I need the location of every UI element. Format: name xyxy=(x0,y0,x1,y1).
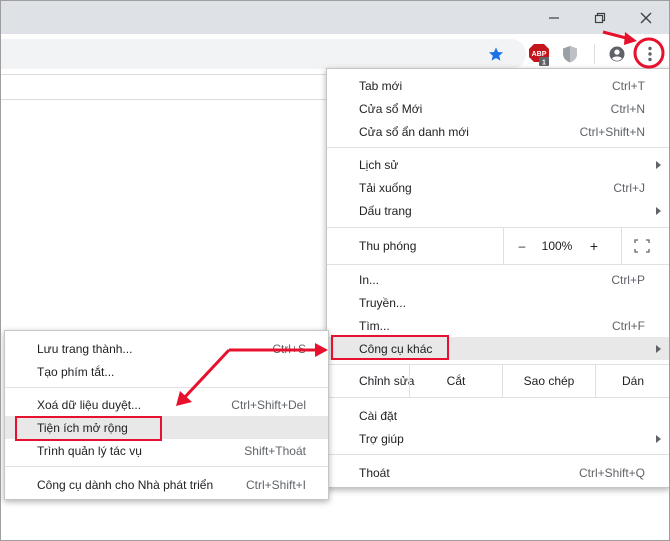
menu-separator xyxy=(327,147,669,148)
profile-icon xyxy=(609,46,625,62)
minimize-button[interactable] xyxy=(531,1,577,34)
zoom-level: 100% xyxy=(541,239,573,253)
menu-item-new-window[interactable]: Cửa sổ Mới Ctrl+N xyxy=(327,97,669,120)
adblock-extension-button[interactable]: ABP 1 xyxy=(524,39,554,69)
menu-item-downloads[interactable]: Tải xuống Ctrl+J xyxy=(327,176,669,199)
menu-separator xyxy=(327,264,669,265)
chevron-right-icon xyxy=(656,344,661,353)
chevron-right-icon xyxy=(656,434,661,443)
menu-separator xyxy=(5,466,328,467)
fullscreen-icon xyxy=(634,239,650,253)
adblock-icon: ABP 1 xyxy=(529,44,549,67)
menu-separator xyxy=(327,454,669,455)
close-button[interactable] xyxy=(623,1,669,34)
edit-label: Chỉnh sửa xyxy=(359,374,415,388)
kebab-menu-icon xyxy=(648,46,652,62)
paste-button[interactable]: Dán xyxy=(595,365,669,397)
zoom-in-button[interactable]: + xyxy=(579,228,609,264)
restore-icon xyxy=(594,12,606,23)
bookmark-star-button[interactable] xyxy=(481,39,511,69)
star-icon xyxy=(489,47,503,61)
menu-item-print[interactable]: In... Ctrl+P xyxy=(327,268,669,291)
edit-row: Chỉnh sửa Cắt Sao chép Dán xyxy=(327,365,669,397)
content-divider xyxy=(1,99,327,100)
chevron-right-icon xyxy=(656,206,661,215)
shield-extension-icon xyxy=(563,46,577,63)
close-icon xyxy=(640,12,652,23)
svg-text:1: 1 xyxy=(542,60,546,67)
menu-item-help[interactable]: Trợ giúp xyxy=(327,427,669,450)
fullscreen-button[interactable] xyxy=(627,228,657,264)
menu-item-find[interactable]: Tìm... Ctrl+F xyxy=(327,314,669,337)
menu-item-settings[interactable]: Cài đặt xyxy=(327,404,669,427)
profile-button[interactable] xyxy=(602,39,632,69)
submenu-item-clear-browsing-data[interactable]: Xoá dữ liệu duyệt... Ctrl+Shift+Del xyxy=(5,393,328,416)
zoom-out-button[interactable]: – xyxy=(507,228,537,264)
menu-item-new-tab[interactable]: Tab mới Ctrl+T xyxy=(327,74,669,97)
chrome-main-menu: Tab mới Ctrl+T Cửa sổ Mới Ctrl+N Cửa sổ ẩn… xyxy=(326,68,669,488)
address-bar[interactable] xyxy=(1,39,526,69)
highlight-box-extensions xyxy=(15,416,162,441)
menu-separator xyxy=(327,397,669,398)
menu-item-history[interactable]: Lịch sử xyxy=(327,153,669,176)
cut-button[interactable]: Cắt xyxy=(409,365,502,397)
menu-item-exit[interactable]: Thoát Ctrl+Shift+Q xyxy=(327,461,669,484)
svg-text:ABP: ABP xyxy=(532,51,547,58)
restore-button[interactable] xyxy=(577,1,623,34)
chevron-right-icon xyxy=(656,160,661,169)
copy-button[interactable]: Sao chép xyxy=(502,365,595,397)
minimize-icon xyxy=(549,16,559,19)
toolbar-separator xyxy=(594,44,595,64)
highlight-box-more-tools xyxy=(331,335,449,360)
menu-item-cast[interactable]: Truyền... xyxy=(327,291,669,314)
title-bar xyxy=(1,1,669,34)
menu-separator xyxy=(5,387,328,388)
browser-window: ABP 1 Tab mới Ctrl+T Cửa sổ Mới Ctrl+N Cửa… xyxy=(0,0,670,541)
submenu-item-developer-tools[interactable]: Công cụ dành cho Nhà phát triển Ctrl+Shif… xyxy=(5,473,328,496)
menu-item-incognito[interactable]: Cửa sổ ẩn danh mới Ctrl+Shift+N xyxy=(327,120,669,143)
more-tools-submenu: Lưu trang thành... Ctrl+S Tạo phím tắt...… xyxy=(4,330,329,500)
zoom-label: Thu phóng xyxy=(359,239,417,253)
submenu-item-create-shortcut[interactable]: Tạo phím tắt... xyxy=(5,360,328,383)
shield-extension-button[interactable] xyxy=(555,39,585,69)
zoom-row: Thu phóng – 100% + xyxy=(327,228,669,264)
submenu-item-save-page[interactable]: Lưu trang thành... Ctrl+S xyxy=(5,337,328,360)
chrome-menu-button[interactable] xyxy=(635,39,665,69)
submenu-item-task-manager[interactable]: Trình quản lý tác vụ Shift+Thoát xyxy=(5,439,328,462)
menu-item-bookmarks[interactable]: Dấu trang xyxy=(327,199,669,222)
